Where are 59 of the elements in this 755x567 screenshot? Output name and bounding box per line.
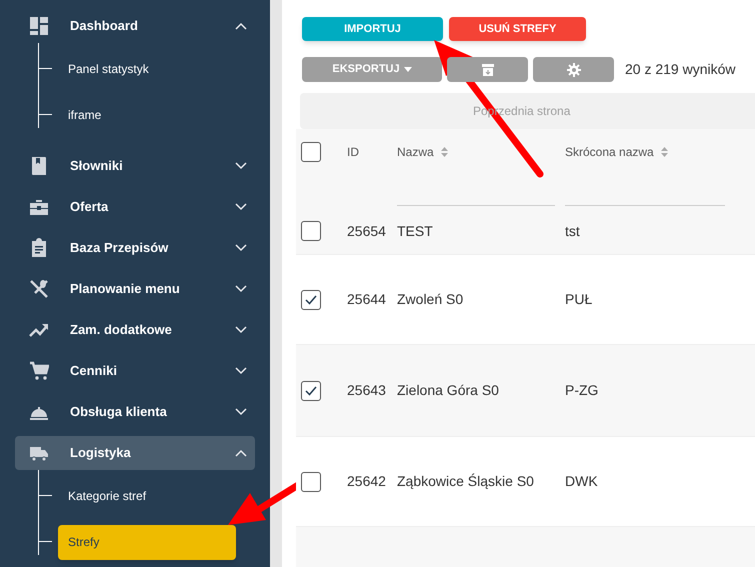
table-cell: Zwoleń S0 (397, 291, 464, 307)
table-cell: 25643 (347, 382, 386, 398)
sidebar-subitem[interactable]: iframe (58, 98, 236, 132)
chevron-down-icon[interactable] (235, 285, 247, 293)
chevron-up-icon[interactable] (235, 22, 247, 30)
table-cell: TEST (397, 222, 433, 238)
column-header[interactable]: Nazwa (397, 144, 565, 160)
column-header[interactable]: Skrócona nazwa (565, 144, 735, 160)
sort-icon (440, 147, 448, 157)
settings-button[interactable] (533, 57, 614, 82)
sidebar-item[interactable]: Baza Przepisów (15, 231, 255, 265)
table-cell: 25644 (347, 291, 386, 307)
checkbox[interactable] (301, 221, 321, 241)
checkbox[interactable] (301, 142, 321, 162)
clipboard-icon (29, 238, 49, 258)
sidebar-subitem[interactable]: Strefy (58, 524, 236, 560)
chevron-up-icon[interactable] (235, 449, 247, 457)
chevron-down-icon[interactable] (235, 244, 247, 252)
chevron-down-icon[interactable] (235, 162, 247, 170)
checkbox[interactable] (301, 290, 321, 310)
sort-icon (660, 147, 668, 157)
sidebar-item[interactable]: Dashboard (15, 9, 255, 43)
table-cell: 25654 (347, 222, 386, 238)
utensils-icon (29, 279, 49, 299)
sidebar-item[interactable]: Słowniki (15, 149, 255, 183)
caret-icon (404, 67, 412, 72)
table-cell: PUŁ (565, 291, 592, 307)
table-cell: DWK (565, 473, 598, 489)
check-icon (304, 294, 318, 306)
table-cell: Ząbkowice Śląskie S0 (397, 473, 534, 489)
dashboard-icon (29, 16, 49, 36)
column-header[interactable]: ID (347, 144, 397, 160)
sidebar-item[interactable]: Logistyka (15, 436, 255, 470)
briefcase-icon (29, 197, 49, 217)
chevron-down-icon[interactable] (235, 203, 247, 211)
table-cell: P-ZG (565, 382, 598, 398)
sidebar-item[interactable]: Obsługa klienta (15, 395, 255, 429)
cart-icon (29, 361, 49, 381)
chevron-down-icon[interactable] (235, 367, 247, 375)
table-cell: 25642 (347, 473, 386, 489)
book-icon (29, 156, 49, 176)
sidebar-subitem[interactable]: Panel statystyk (58, 52, 236, 86)
table-cell: Zielona Góra S0 (397, 382, 499, 398)
checkbox[interactable] (301, 380, 321, 400)
checkbox[interactable] (301, 472, 321, 492)
settings-icon (566, 62, 580, 76)
delete-zones-button[interactable]: USUŃ STREFY (449, 17, 586, 41)
sidebar-item[interactable]: Cenniki (15, 354, 255, 388)
archive-button[interactable] (447, 57, 528, 82)
chevron-down-icon[interactable] (235, 326, 247, 334)
chevron-down-icon[interactable] (235, 408, 247, 416)
check-icon (304, 384, 318, 396)
result-count: 20 z 219 wyników (625, 60, 736, 79)
sidebar-item[interactable]: Zam. dodatkowe (15, 313, 255, 347)
archive-icon (482, 64, 494, 76)
sidebar-item[interactable]: Planowanie menu (15, 272, 255, 306)
table-cell: tst (565, 222, 580, 238)
sidebar-subitem[interactable]: Kategorie stref (58, 478, 236, 514)
sidebar-item[interactable]: Oferta (15, 190, 255, 224)
